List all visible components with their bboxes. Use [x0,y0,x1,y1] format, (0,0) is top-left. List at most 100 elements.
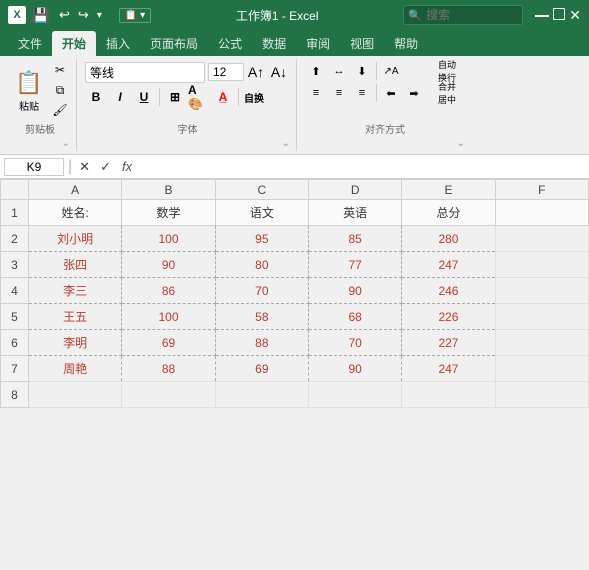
cell-3-A[interactable]: 张四 [29,252,122,278]
cell-4-B[interactable]: 86 [122,278,215,304]
cell-6-F[interactable] [495,330,588,356]
cell-7-E[interactable]: 247 [402,356,495,382]
tab-view[interactable]: 视图 [340,31,384,56]
maximize-button[interactable] [553,8,565,20]
align-expand[interactable]: ⌄ [457,138,465,149]
align-middle-button[interactable]: ↔ [328,61,350,81]
cell-1-D[interactable]: 英语 [308,200,401,226]
cell-1-E[interactable]: 总分 [402,200,495,226]
font-grow-button[interactable]: A↑ [245,61,267,83]
cell-7-F[interactable] [495,356,588,382]
cell-3-E[interactable]: 247 [402,252,495,278]
align-top-button[interactable]: ⬆ [305,61,327,81]
font-shrink-button[interactable]: A↓ [268,61,290,83]
cell-3-C[interactable]: 80 [215,252,308,278]
cell-3-B[interactable]: 90 [122,252,215,278]
cell-8-E[interactable] [402,382,495,408]
font-name-selector[interactable]: 等线 [85,62,205,83]
paste-button[interactable]: 📋 粘贴 [10,66,48,115]
cell-6-C[interactable]: 88 [215,330,308,356]
cell-5-A[interactable]: 王五 [29,304,122,330]
cell-7-D[interactable]: 90 [308,356,401,382]
confirm-button[interactable]: ✓ [97,159,114,175]
cell-2-B[interactable]: 100 [122,226,215,252]
col-header-D[interactable]: D [308,180,401,200]
close-button[interactable]: ✕ [569,8,581,22]
row-number-3[interactable]: 3 [1,252,29,278]
undo-button[interactable]: ↩ [56,6,73,24]
tab-insert[interactable]: 插入 [96,31,140,56]
indent-increase-button[interactable]: ➡ [403,83,425,103]
align-left-button[interactable]: ≡ [305,83,327,103]
customize-button[interactable]: 📋 ▾ [119,8,151,23]
cell-7-A[interactable]: 周艳 [29,356,122,382]
cell-1-A[interactable]: 姓名: [29,200,122,226]
angle-text-button[interactable]: ↗A [380,61,402,81]
cancel-button[interactable]: ✕ [76,159,93,175]
cell-7-B[interactable]: 88 [122,356,215,382]
font-color-button[interactable]: A̲ [212,86,234,108]
indent-decrease-button[interactable]: ⬅ [380,83,402,103]
cell-4-E[interactable]: 246 [402,278,495,304]
row-number-5[interactable]: 5 [1,304,29,330]
col-header-A[interactable]: A [29,180,122,200]
row-number-7[interactable]: 7 [1,356,29,382]
cell-1-F[interactable] [495,200,588,226]
name-box[interactable] [4,158,64,176]
font-size-input[interactable]: 12 [208,63,244,81]
cell-2-E[interactable]: 280 [402,226,495,252]
cell-8-D[interactable] [308,382,401,408]
underline-button[interactable]: U [133,86,155,108]
more-commands-button[interactable]: ▾ [94,9,105,22]
cell-8-B[interactable] [122,382,215,408]
border-button[interactable]: ⊞ [164,86,186,108]
align-center-button[interactable]: ≡ [328,83,350,103]
cell-7-C[interactable]: 69 [215,356,308,382]
save-button[interactable]: 💾 [32,6,50,24]
wrap-text-button[interactable]: 自动换行 [429,61,465,81]
wrap-button[interactable]: 自换 [243,86,265,108]
formula-input[interactable] [140,160,585,174]
cell-2-D[interactable]: 85 [308,226,401,252]
cell-5-E[interactable]: 226 [402,304,495,330]
tab-file[interactable]: 文件 [8,31,52,56]
cell-8-A[interactable] [29,382,122,408]
format-painter-button[interactable]: 🖌 [50,101,70,119]
cell-5-F[interactable] [495,304,588,330]
bold-button[interactable]: B [85,86,107,108]
cell-5-C[interactable]: 58 [215,304,308,330]
tab-formulas[interactable]: 公式 [208,31,252,56]
cell-1-C[interactable]: 语文 [215,200,308,226]
redo-button[interactable]: ↪ [75,6,92,24]
col-header-C[interactable]: C [215,180,308,200]
align-right-button[interactable]: ≡ [351,83,373,103]
merge-center-button[interactable]: 合并居中 [429,83,465,103]
row-number-8[interactable]: 8 [1,382,29,408]
cell-5-D[interactable]: 68 [308,304,401,330]
cell-5-B[interactable]: 100 [122,304,215,330]
tab-home[interactable]: 开始 [52,31,96,56]
cell-4-C[interactable]: 70 [215,278,308,304]
row-number-4[interactable]: 4 [1,278,29,304]
col-header-B[interactable]: B [122,180,215,200]
cell-6-B[interactable]: 69 [122,330,215,356]
row-number-6[interactable]: 6 [1,330,29,356]
cell-6-E[interactable]: 227 [402,330,495,356]
cell-4-D[interactable]: 90 [308,278,401,304]
clipboard-expand[interactable]: ⌄ [62,138,70,149]
fill-color-button[interactable]: A🎨 [188,86,210,108]
tab-review[interactable]: 审阅 [296,31,340,56]
col-header-F[interactable]: F [495,180,588,200]
cell-2-C[interactable]: 95 [215,226,308,252]
cell-8-C[interactable] [215,382,308,408]
row-number-1[interactable]: 1 [1,200,29,226]
cell-3-F[interactable] [495,252,588,278]
tab-data[interactable]: 数据 [252,31,296,56]
cell-3-D[interactable]: 77 [308,252,401,278]
minimize-button[interactable] [535,15,549,17]
align-bottom-button[interactable]: ⬇ [351,61,373,81]
row-number-2[interactable]: 2 [1,226,29,252]
font-expand[interactable]: ⌄ [282,138,290,149]
cell-4-A[interactable]: 李三 [29,278,122,304]
cell-8-F[interactable] [495,382,588,408]
